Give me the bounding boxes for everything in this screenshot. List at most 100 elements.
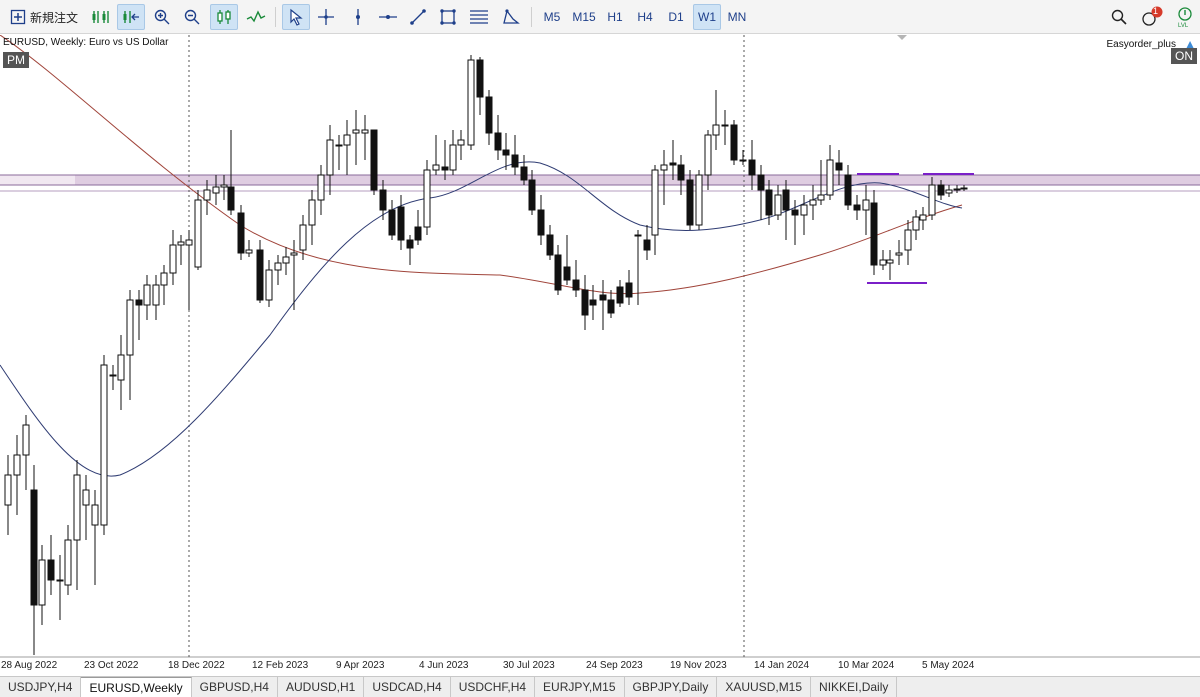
bearish-candle xyxy=(782,189,790,211)
bullish-candle xyxy=(64,539,72,586)
notification-count: 1 xyxy=(1153,6,1159,16)
bearish-candle xyxy=(607,299,615,314)
one-click-trading-icon[interactable] xyxy=(88,4,114,30)
zone-highlight xyxy=(0,175,75,185)
bullish-candle xyxy=(343,134,351,146)
symbol-description: EURUSD, Weekly: Euro vs US Dollar xyxy=(3,37,169,48)
vertical-line-icon[interactable] xyxy=(346,4,370,30)
x-tick-label: 28 Aug 2022 xyxy=(1,660,58,671)
bullish-candle xyxy=(739,159,747,162)
x-tick-label: 19 Nov 2023 xyxy=(670,660,727,671)
bearish-candle xyxy=(669,162,677,166)
bullish-candle xyxy=(651,169,659,236)
bullish-candle xyxy=(317,174,325,201)
bearish-candle xyxy=(388,209,396,236)
timeframe-d1[interactable]: D1 xyxy=(662,4,690,30)
toolbar-separator xyxy=(531,7,532,27)
timeframe-h1[interactable]: H1 xyxy=(601,4,629,30)
tab-gbpusd-h4[interactable]: GBPUSD,H4 xyxy=(192,677,278,697)
tab-usdjpy-h4[interactable]: USDJPY,H4 xyxy=(0,677,82,697)
bearish-candle xyxy=(485,96,493,134)
tab-usdcad-h4[interactable]: USDCAD,H4 xyxy=(364,677,451,697)
timeframe-m5[interactable]: M5 xyxy=(538,4,566,30)
x-tick-label: 30 Jul 2023 xyxy=(503,660,555,671)
bearish-candle xyxy=(494,132,502,151)
bearish-candle xyxy=(937,184,945,196)
timeframe-h4[interactable]: H4 xyxy=(631,4,659,30)
bullish-candle xyxy=(862,199,870,211)
x-tick-label: 5 May 2024 xyxy=(922,660,975,671)
x-tick-label: 24 Sep 2023 xyxy=(586,660,643,671)
mt5-window: 新規注文 M5 M15 H1 H4 D1 W1 MN 1 LVL EURUSD,… xyxy=(0,0,1200,697)
tab-eurjpy-m15[interactable]: EURJPY,M15 xyxy=(535,677,625,697)
tab-xauusd-m15[interactable]: XAUUSD,M15 xyxy=(717,677,812,697)
bearish-candle xyxy=(835,162,843,171)
new-order-button[interactable]: 新規注文 xyxy=(6,4,84,30)
bearish-candle xyxy=(528,179,536,211)
bullish-candle xyxy=(912,216,920,231)
bullish-candle xyxy=(265,269,273,301)
bullish-candle xyxy=(245,249,253,254)
rectangle-icon[interactable] xyxy=(436,4,460,30)
zoom-out-icon[interactable] xyxy=(180,4,204,30)
candlestick-icon[interactable] xyxy=(210,4,238,30)
bullish-candle xyxy=(721,124,729,127)
bullish-candle xyxy=(449,144,457,171)
bearish-candle xyxy=(511,154,519,168)
bearish-candle xyxy=(572,279,580,291)
cursor-icon[interactable] xyxy=(282,4,310,30)
timeframe-w1[interactable]: W1 xyxy=(693,4,721,30)
fibonacci-icon[interactable] xyxy=(466,4,492,30)
x-tick-label: 23 Oct 2022 xyxy=(84,660,139,671)
bullish-candle xyxy=(953,188,961,191)
timeframe-mn[interactable]: MN xyxy=(723,4,751,30)
expert-advisor-label[interactable]: Easyorder_plus xyxy=(1107,39,1176,50)
tab-gbpjpy-daily[interactable]: GBPJPY,Daily xyxy=(625,677,718,697)
bullish-candle xyxy=(886,259,894,264)
bearish-candle xyxy=(554,254,562,291)
bearish-candle xyxy=(47,559,55,581)
timeframe-m15[interactable]: M15 xyxy=(569,4,599,30)
tab-eurusd-weekly[interactable]: EURUSD,Weekly xyxy=(81,677,192,697)
bullish-candle xyxy=(361,129,369,134)
bearish-candle xyxy=(730,124,738,161)
bullish-candle xyxy=(194,199,202,268)
bearish-candle xyxy=(256,249,264,301)
bullish-candle xyxy=(38,559,46,606)
zoom-in-icon[interactable] xyxy=(150,4,174,30)
toolbar: 新規注文 M5 M15 H1 H4 D1 W1 MN 1 LVL xyxy=(0,0,1200,34)
bearish-candle xyxy=(546,234,554,256)
bullish-candle xyxy=(82,489,90,506)
bullish-candle xyxy=(212,186,220,194)
line-chart-icon[interactable] xyxy=(244,4,268,30)
tab-nikkei-daily[interactable]: NIKKEI,Daily xyxy=(811,677,898,697)
x-tick-label: 4 Jun 2023 xyxy=(419,660,469,671)
autoscroll-icon[interactable] xyxy=(117,4,145,30)
bullish-candle xyxy=(928,184,936,216)
bullish-candle xyxy=(895,252,903,256)
search-icon[interactable] xyxy=(1107,4,1131,30)
bearish-candle xyxy=(414,226,422,241)
bearish-candle xyxy=(844,174,852,206)
horizontal-line-icon[interactable] xyxy=(376,4,400,30)
bearish-candle xyxy=(791,209,799,216)
trendline-icon[interactable] xyxy=(406,4,430,30)
bullish-candle xyxy=(274,262,282,271)
bullish-candle xyxy=(695,174,703,226)
bearish-candle xyxy=(379,189,387,211)
crosshair-icon[interactable] xyxy=(314,4,338,30)
tab-usdchf-h4[interactable]: USDCHF,H4 xyxy=(451,677,536,697)
tab-audusd-h1[interactable]: AUDUSD,H1 xyxy=(278,677,365,697)
algo-trading-icon[interactable]: LVL xyxy=(1174,4,1196,30)
bearish-candle xyxy=(30,489,38,606)
bullish-candle xyxy=(352,129,360,134)
notifications-icon[interactable]: 1 xyxy=(1138,4,1166,30)
shapes-icon[interactable] xyxy=(498,4,524,30)
chart-canvas[interactable] xyxy=(0,35,1200,657)
price-chart[interactable]: EURUSD, Weekly: Euro vs US Dollar PM Eas… xyxy=(0,35,1200,657)
time-axis: 28 Aug 2022 23 Oct 2022 18 Dec 2022 12 F… xyxy=(0,657,1200,675)
bearish-candle xyxy=(589,299,597,306)
bearish-candle xyxy=(625,282,633,298)
bearish-candle xyxy=(476,59,484,98)
bullish-candle xyxy=(945,189,953,194)
